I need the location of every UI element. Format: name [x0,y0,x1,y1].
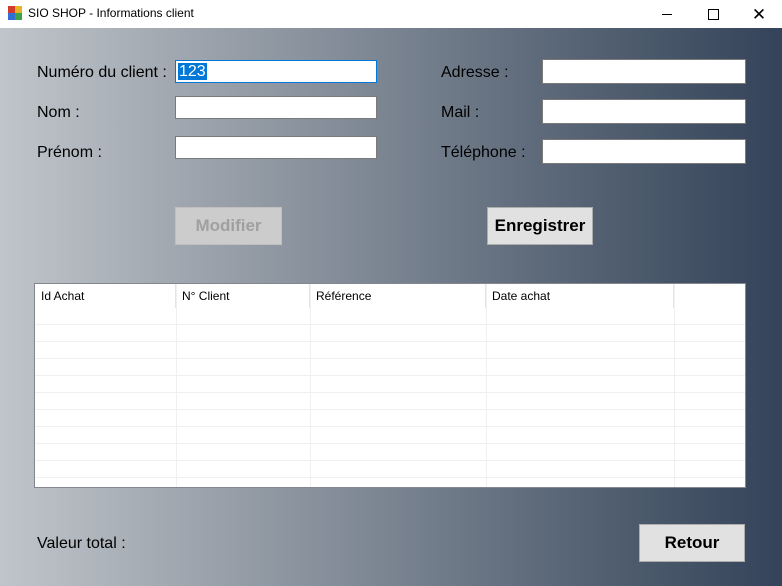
minimize-button[interactable] [644,0,690,28]
close-icon: ✕ [751,4,767,24]
table-row [35,376,745,393]
retour-button[interactable]: Retour [639,524,745,562]
telephone-label: Téléphone : [441,144,526,161]
mail-input[interactable] [542,99,746,124]
window-title: SIO SHOP - Informations client [28,6,194,20]
table-row [35,444,745,461]
column-header-n-client[interactable]: N° Client [176,284,310,308]
table-row [35,410,745,427]
column-header-id-achat[interactable]: Id Achat [35,284,176,308]
table-row [35,359,745,376]
purchases-grid[interactable]: Id Achat N° Client Référence Date achat [34,283,746,488]
enregistrer-button[interactable]: Enregistrer [487,207,593,245]
client-number-label: Numéro du client : [37,64,167,81]
table-row [35,393,745,410]
client-number-input[interactable]: 123 [175,60,377,83]
table-row [35,427,745,444]
prenom-label: Prénom : [37,144,102,161]
maximize-button[interactable] [690,0,736,28]
prenom-input[interactable] [175,136,377,159]
adresse-input[interactable] [542,59,746,84]
maximize-icon [707,8,719,20]
close-button[interactable]: ✕ [736,0,782,28]
valeur-total-label: Valeur total : [37,535,126,552]
column-header-reference[interactable]: Référence [310,284,486,308]
table-row [35,325,745,342]
minimize-icon [662,13,672,15]
modifier-button[interactable]: Modifier [175,207,282,245]
grid-header: Id Achat N° Client Référence Date achat [35,284,745,308]
grid-body [35,308,745,478]
column-header-date-achat[interactable]: Date achat [486,284,674,308]
nom-label: Nom : [37,104,80,121]
table-row [35,308,745,325]
title-bar[interactable]: SIO SHOP - Informations client ✕ [0,0,782,28]
table-row [35,342,745,359]
table-row [35,461,745,478]
main-window: SIO SHOP - Informations client ✕ Numéro … [0,0,782,586]
adresse-label: Adresse : [441,64,509,81]
nom-input[interactable] [175,96,377,119]
client-number-value: 123 [178,63,207,80]
form-client-area: Numéro du client : 123 Nom : Prénom : Ad… [0,28,782,586]
mail-label: Mail : [441,104,480,121]
app-window-icon [8,6,22,20]
telephone-input[interactable] [542,139,746,164]
